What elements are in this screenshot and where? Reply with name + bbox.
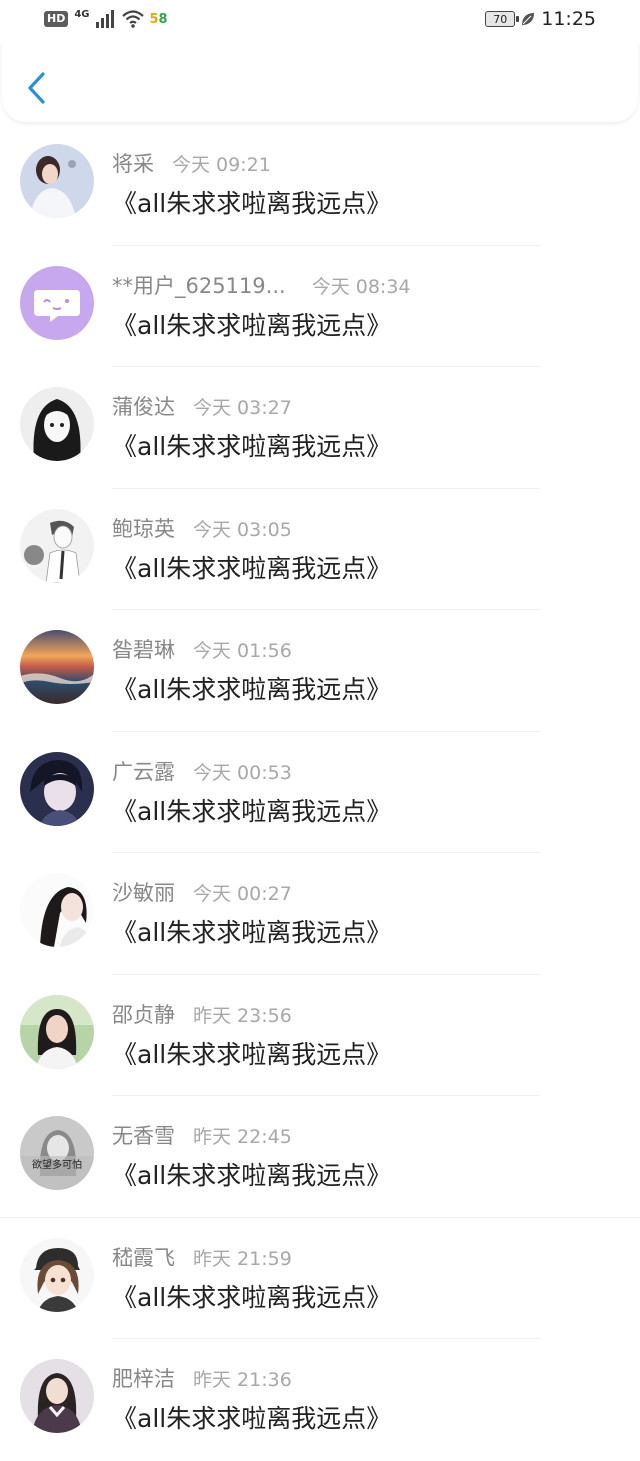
avatar[interactable]: [20, 387, 94, 461]
message-time: 今天 03:27: [193, 397, 292, 419]
list-item[interactable]: 广云露 今天 00:53 《all朱求求啦离我远点》: [0, 732, 640, 853]
network-type: 4G: [74, 8, 90, 20]
message-text[interactable]: 《all朱求求啦离我远点》: [112, 792, 391, 828]
sender-name[interactable]: 蒲俊达: [112, 391, 175, 421]
avatar[interactable]: [20, 265, 94, 340]
sender-name[interactable]: 无香雪: [112, 1120, 175, 1150]
leaf-icon: [522, 13, 535, 25]
sender-name[interactable]: 将采: [112, 148, 154, 178]
list-item[interactable]: 鲍琼英 今天 03:05 《all朱求求啦离我远点》: [0, 489, 640, 610]
sender-name[interactable]: 肥梓洁: [112, 1363, 175, 1393]
message-time: 昨天 23:56: [193, 1004, 292, 1027]
wifi-icon: [121, 10, 144, 28]
message-meta: 将采 今天 09:21: [112, 148, 271, 178]
message-list: 将采 今天 09:21 《all朱求求啦离我远点》 **用户_625119...…: [0, 124, 640, 1461]
sender-name[interactable]: 嵇霞飞: [112, 1242, 175, 1272]
message-time: 昨天 21:36: [193, 1369, 292, 1391]
list-item[interactable]: 邵贞静 昨天 23:56 《all朱求求啦离我远点》: [0, 975, 640, 1096]
speed-indicator: 58: [150, 12, 168, 27]
header-bar: [2, 40, 638, 122]
avatar[interactable]: [20, 873, 94, 947]
sender-name[interactable]: **用户_625119...: [112, 270, 286, 300]
message-text[interactable]: 《all朱求求啦离我远点》: [112, 913, 391, 949]
avatar-caption: 欲望多可怕: [32, 1158, 82, 1171]
sender-name[interactable]: 沙敏丽: [112, 877, 175, 907]
message-meta: 昝碧琳 今天 01:56: [112, 634, 292, 664]
message-time: 今天 00:27: [193, 883, 292, 905]
message-meta: 邵贞静 昨天 23:56: [112, 999, 292, 1029]
list-item[interactable]: 昝碧琳 今天 01:56 《all朱求求啦离我远点》: [0, 610, 640, 732]
message-text[interactable]: 《all朱求求啦离我远点》: [112, 427, 391, 463]
message-text[interactable]: 《all朱求求啦离我远点》: [112, 670, 391, 706]
avatar[interactable]: [20, 144, 94, 218]
message-time: 今天 00:53: [193, 761, 292, 784]
back-button[interactable]: [22, 68, 52, 108]
avatar[interactable]: [20, 630, 94, 704]
message-meta: 广云露 今天 00:53: [112, 756, 292, 786]
sender-name[interactable]: 昝碧琳: [112, 634, 175, 664]
message-time: 昨天 21:59: [193, 1247, 292, 1270]
sender-name[interactable]: 广云露: [112, 756, 175, 786]
status-right: 70 11:25: [485, 8, 596, 30]
message-text[interactable]: 《all朱求求啦离我远点》: [112, 549, 391, 585]
speed-value: 58: [149, 11, 168, 27]
signal-icon: [95, 10, 114, 28]
avatar[interactable]: [20, 508, 94, 583]
list-item[interactable]: 沙敏丽 今天 00:27 《all朱求求啦离我远点》: [0, 853, 640, 975]
message-meta: 鲍琼英 今天 03:05: [112, 513, 292, 543]
message-text[interactable]: 《all朱求求啦离我远点》: [112, 1278, 391, 1314]
status-bar: HD 4G 58 70 11:25: [0, 0, 640, 40]
message-text[interactable]: 《all朱求求啦离我远点》: [112, 1399, 391, 1435]
clock: 11:25: [541, 8, 596, 30]
message-time: 今天 09:21: [172, 154, 271, 176]
status-left: HD 4G 58: [44, 8, 168, 28]
message-meta: 肥梓洁 昨天 21:36: [112, 1363, 292, 1393]
message-time: 今天 08:34: [311, 275, 411, 298]
list-item[interactable]: 肥梓洁 昨天 21:36 《all朱求求啦离我远点》: [0, 1339, 640, 1461]
battery-level: 70: [493, 12, 508, 26]
message-time: 今天 03:05: [193, 518, 292, 541]
avatar[interactable]: [20, 751, 94, 826]
message-meta: 嵇霞飞 昨天 21:59: [112, 1242, 292, 1272]
list-item[interactable]: 蒲俊达 今天 03:27 《all朱求求啦离我远点》: [0, 367, 640, 489]
message-text[interactable]: 《all朱求求啦离我远点》: [112, 184, 391, 220]
list-item[interactable]: **用户_625119... 今天 08:34 《all朱求求啦离我远点》: [0, 246, 640, 367]
list-item[interactable]: 嵇霞飞 昨天 21:59 《all朱求求啦离我远点》: [0, 1218, 640, 1339]
message-text[interactable]: 《all朱求求啦离我远点》: [112, 1035, 391, 1071]
message-meta: **用户_625119... 今天 08:34: [112, 270, 411, 300]
sender-name[interactable]: 邵贞静: [112, 999, 175, 1029]
chevron-left-icon: [28, 72, 45, 104]
sender-name[interactable]: 鲍琼英: [112, 513, 175, 543]
hd-badge: HD: [44, 11, 69, 27]
list-item[interactable]: 欲望多可怕 无香雪 昨天 22:45 《all朱求求啦离我远点》: [0, 1096, 640, 1218]
avatar[interactable]: [20, 994, 94, 1069]
avatar[interactable]: [20, 1237, 94, 1312]
message-text[interactable]: 《all朱求求啦离我远点》: [112, 306, 391, 342]
message-time: 今天 01:56: [193, 640, 292, 662]
avatar[interactable]: 欲望多可怕: [20, 1116, 94, 1190]
message-text[interactable]: 《all朱求求啦离我远点》: [112, 1156, 391, 1192]
message-time: 昨天 22:45: [193, 1126, 292, 1148]
message-meta: 蒲俊达 今天 03:27: [112, 391, 292, 421]
message-meta: 沙敏丽 今天 00:27: [112, 877, 292, 907]
battery-icon: 70: [485, 11, 520, 27]
message-meta: 无香雪 昨天 22:45: [112, 1120, 292, 1150]
list-item[interactable]: 将采 今天 09:21 《all朱求求啦离我远点》: [0, 124, 640, 246]
